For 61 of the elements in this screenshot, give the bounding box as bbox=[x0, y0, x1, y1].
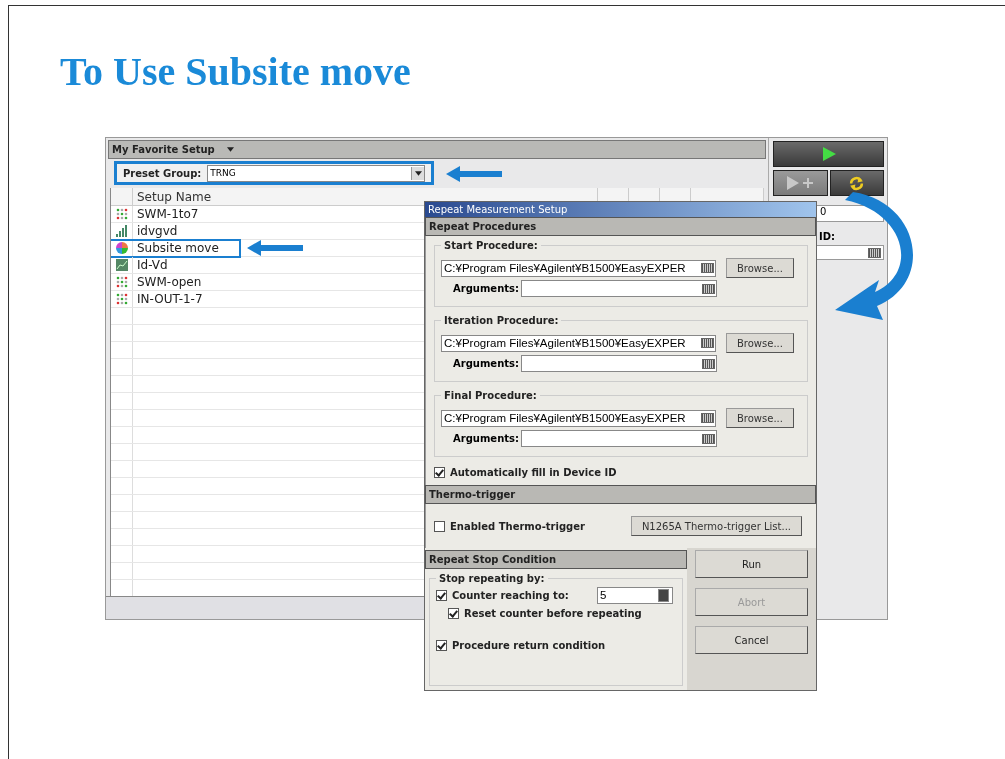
setup-name[interactable]: Subsite move bbox=[111, 238, 241, 258]
step-button[interactable] bbox=[773, 170, 828, 196]
checkbox[interactable] bbox=[434, 466, 445, 478]
arguments-label: Arguments: bbox=[453, 358, 519, 369]
checkbox[interactable] bbox=[436, 639, 447, 651]
counter-field[interactable]: 5 bbox=[597, 586, 673, 604]
arguments-label: Arguments: bbox=[453, 433, 519, 444]
dropdown-icon[interactable] bbox=[226, 147, 234, 152]
section-header: Repeat Stop Condition bbox=[425, 550, 687, 569]
arguments-field[interactable] bbox=[521, 280, 717, 297]
preset-group-dropdown[interactable]: TRNG bbox=[207, 164, 425, 182]
play-plus-icon bbox=[787, 176, 814, 190]
dialog-button[interactable]: Cancel bbox=[695, 626, 808, 654]
dot-grid-icon bbox=[115, 293, 128, 305]
group-title: Stop repeating by: bbox=[438, 573, 546, 584]
dot-grid-icon bbox=[115, 276, 128, 288]
arguments-label: Arguments: bbox=[453, 283, 519, 294]
arguments-field[interactable] bbox=[521, 430, 717, 447]
section-header: Repeat Procedures bbox=[425, 217, 816, 236]
slide-title: To Use Subsite move bbox=[59, 48, 412, 96]
checkbox[interactable] bbox=[448, 607, 459, 619]
play-icon bbox=[821, 147, 836, 161]
checkbox-label: Counter reaching to: bbox=[452, 589, 570, 601]
path-field[interactable]: C:¥Program Files¥Agilent¥B1500¥EasyEXPER bbox=[441, 259, 716, 277]
browse-button[interactable]: Browse... bbox=[726, 258, 794, 278]
arguments-field[interactable] bbox=[521, 355, 717, 372]
checkbox-label: Enabled Thermo-trigger bbox=[450, 520, 585, 532]
pointer-arrow bbox=[446, 166, 502, 182]
run-button[interactable] bbox=[773, 141, 884, 167]
setup-name[interactable]: SWM-open bbox=[131, 272, 208, 292]
path-field[interactable]: C:¥Program Files¥Agilent¥B1500¥EasyEXPER bbox=[441, 334, 716, 352]
checkbox-label: Procedure return condition bbox=[452, 639, 606, 651]
setup-name[interactable]: idvgvd bbox=[131, 221, 184, 241]
section-header: Thermo-trigger bbox=[425, 485, 816, 504]
plot-icon bbox=[115, 259, 128, 271]
repeat-icon bbox=[849, 175, 865, 191]
path-field[interactable]: C:¥Program Files¥Agilent¥B1500¥EasyEXPER bbox=[441, 409, 716, 427]
thermo-list-button[interactable]: N1265A Thermo-trigger List... bbox=[630, 516, 802, 536]
side-field-label: ID: bbox=[818, 231, 837, 242]
checkbox-label: Reset counter before repeating bbox=[464, 607, 642, 619]
dialog-title-bar: Repeat Measurement Setup bbox=[425, 202, 816, 217]
group-title: Iteration Procedure: bbox=[443, 315, 560, 326]
dialog-button[interactable]: Run bbox=[695, 550, 808, 578]
dropdown-icon[interactable] bbox=[414, 170, 422, 176]
browse-button[interactable]: Browse... bbox=[726, 408, 794, 428]
pointer-arrow bbox=[246, 240, 303, 256]
checkbox[interactable] bbox=[434, 520, 445, 532]
setup-name[interactable]: IN-OUT-1-7 bbox=[131, 289, 209, 309]
setup-name[interactable]: Id-Vd bbox=[131, 255, 174, 275]
favorites-title[interactable]: My Favorite Setup bbox=[112, 144, 215, 155]
browse-button[interactable]: Browse... bbox=[726, 333, 794, 353]
repeat-button[interactable] bbox=[829, 170, 884, 196]
bar-chart-icon bbox=[115, 225, 128, 237]
setup-name[interactable]: SWM-1to7 bbox=[131, 204, 205, 224]
color-wheel-icon bbox=[115, 242, 128, 254]
checkbox-label: Automatically fill in Device ID bbox=[450, 466, 617, 478]
checkbox[interactable] bbox=[436, 589, 447, 601]
dot-grid-icon bbox=[115, 208, 128, 220]
group-title: Start Procedure: bbox=[443, 240, 539, 251]
preset-group-label: Preset Group: bbox=[123, 167, 202, 179]
group-title: Final Procedure: bbox=[443, 390, 538, 401]
